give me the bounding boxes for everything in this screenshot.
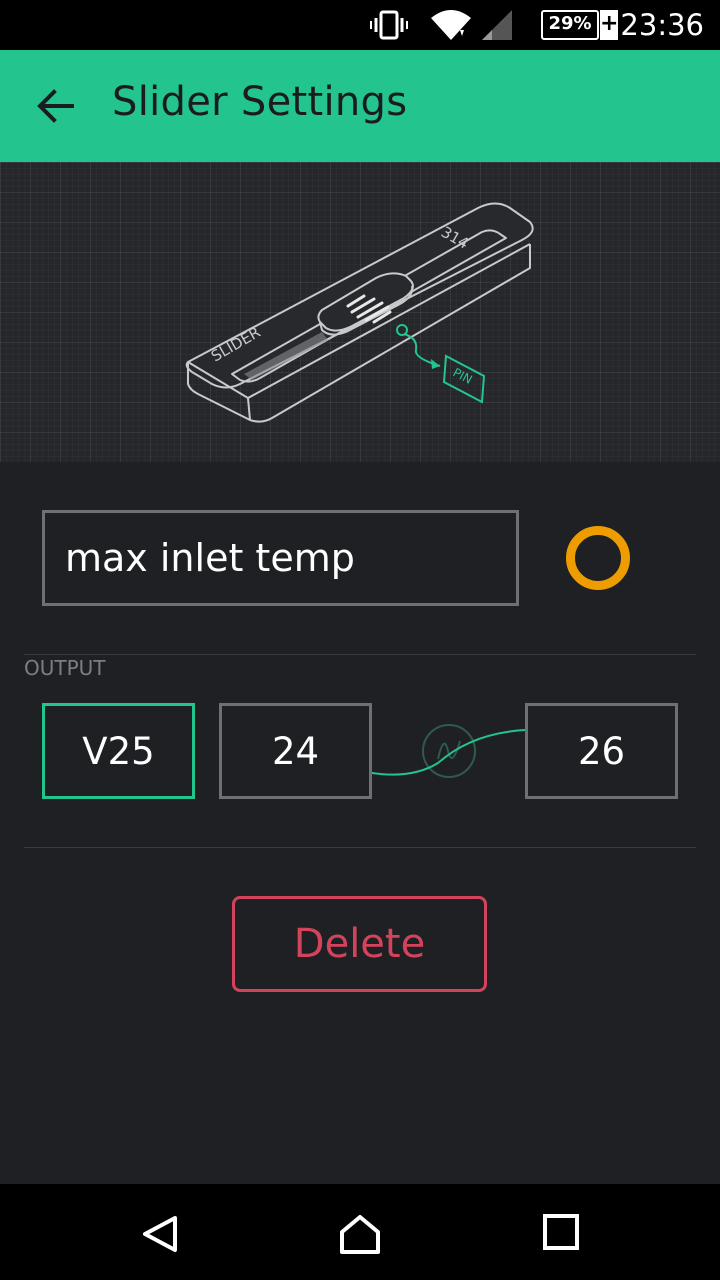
slider-illustration: SLIDER 314 PIN xyxy=(0,162,720,462)
min-value-field[interactable]: 24 xyxy=(219,703,372,799)
charging-indicator: + xyxy=(600,10,618,40)
vibrate-icon xyxy=(370,10,408,40)
battery-percent: 29% xyxy=(548,13,592,34)
widget-name-field[interactable] xyxy=(42,510,519,606)
back-triangle-icon[interactable] xyxy=(141,1214,179,1254)
back-arrow-icon[interactable] xyxy=(36,88,76,124)
max-value-field[interactable]: 26 xyxy=(525,703,678,799)
app-bar: Slider Settings xyxy=(0,50,720,162)
output-section-label: OUTPUT xyxy=(24,656,106,680)
slider-widget-drawing: SLIDER 314 PIN xyxy=(185,202,534,423)
delete-button[interactable]: Delete xyxy=(232,896,487,992)
clock: 23:36 xyxy=(620,8,704,42)
pin-selector[interactable]: V25 xyxy=(42,703,195,799)
navigation-bar xyxy=(0,1184,720,1280)
color-picker-button[interactable] xyxy=(566,526,630,590)
divider xyxy=(24,654,696,655)
signal-icon xyxy=(482,10,512,40)
range-curve-icon xyxy=(372,724,525,778)
battery-icon: 29% xyxy=(541,10,599,40)
page-title: Slider Settings xyxy=(112,79,408,125)
divider xyxy=(24,847,696,848)
home-icon[interactable] xyxy=(339,1214,381,1254)
status-bar: 29% + 23:36 xyxy=(0,0,720,50)
recents-square-icon[interactable] xyxy=(543,1214,579,1250)
wifi-icon xyxy=(431,10,471,40)
